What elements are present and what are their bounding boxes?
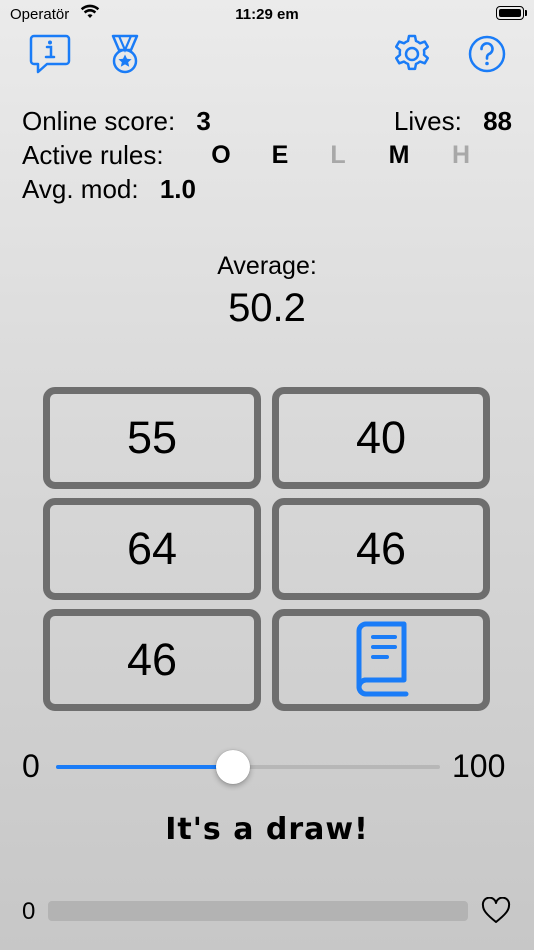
slider-max-label: 100 xyxy=(452,748,506,784)
number-card[interactable]: 55 xyxy=(43,387,261,489)
avg-mod-row: Avg. mod: 1.0 xyxy=(22,174,196,205)
average-label: Average: xyxy=(217,252,317,280)
rule-letter: M xyxy=(388,141,410,169)
progress-value: 0 xyxy=(22,898,36,925)
battery-icon xyxy=(496,6,527,20)
avg-mod-value: 1.0 xyxy=(159,174,196,204)
rule-letter: O xyxy=(211,141,231,169)
number-card[interactable]: 46 xyxy=(272,498,490,600)
help-icon[interactable] xyxy=(466,33,508,75)
book-card[interactable] xyxy=(272,609,490,711)
online-score-value: 3 xyxy=(196,106,211,136)
progress-track xyxy=(48,901,468,921)
heart-icon[interactable] xyxy=(481,896,511,925)
online-score-label: Online score: xyxy=(22,106,176,136)
slider-min-label: 0 xyxy=(22,748,40,784)
number-card[interactable]: 64 xyxy=(43,498,261,600)
medal-icon[interactable] xyxy=(104,33,146,75)
number-card[interactable]: 40 xyxy=(272,387,490,489)
gear-icon[interactable] xyxy=(391,33,433,75)
lives-row: Lives: 88 xyxy=(394,106,512,137)
rule-letter: E xyxy=(271,141,289,169)
status-time: 11:29 em xyxy=(235,6,299,23)
rule-letter: H xyxy=(451,141,471,169)
number-card[interactable]: 46 xyxy=(43,609,261,711)
lives-value: 88 xyxy=(483,106,512,136)
slider-thumb[interactable] xyxy=(215,750,250,784)
book-icon xyxy=(351,621,411,699)
avg-mod-label: Avg. mod: xyxy=(22,174,139,204)
online-score-row: Online score: 3 xyxy=(22,106,211,137)
lives-label: Lives: xyxy=(393,106,462,136)
status-bar: Operatör 11:29 em xyxy=(0,0,534,30)
average-value: 50.2 xyxy=(228,286,306,330)
active-rules-label: Active rules: xyxy=(22,140,164,170)
result-text: It's a draw! xyxy=(165,812,369,847)
rule-letter: L xyxy=(330,141,346,169)
slider-fill xyxy=(56,765,233,769)
info-bubble-icon[interactable] xyxy=(29,33,71,75)
